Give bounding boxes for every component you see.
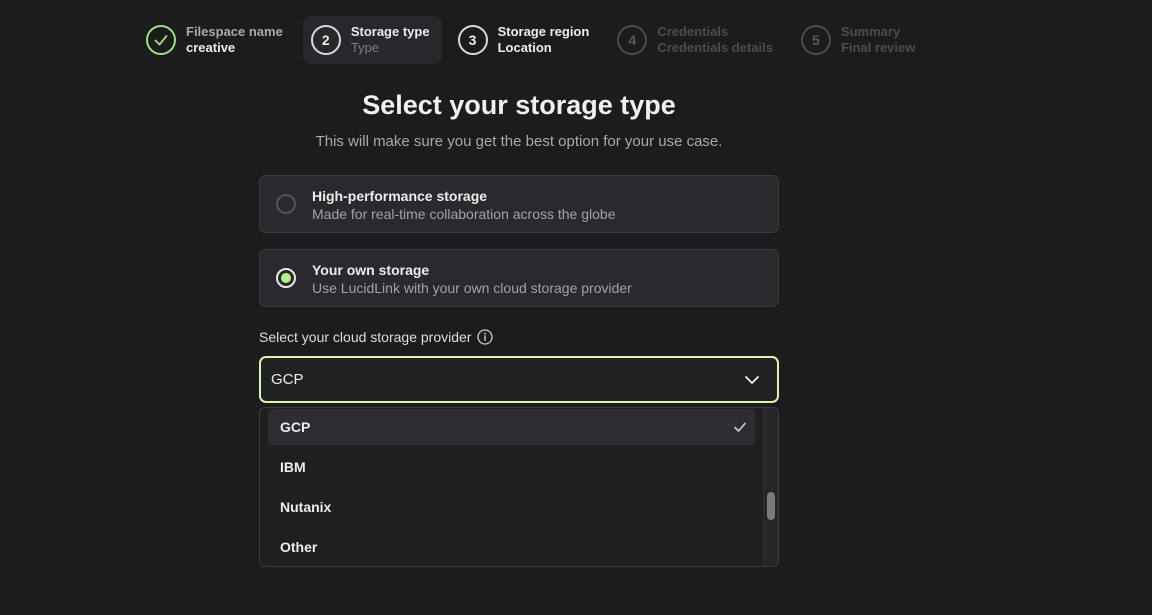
step-title: Filespace name xyxy=(186,24,283,39)
step-number: 2 xyxy=(310,25,341,55)
dropdown-option-other[interactable]: Other xyxy=(268,529,755,565)
page-subtitle: This will make sure you get the best opt… xyxy=(315,133,723,150)
storage-type-page: Filespace name creative 2 Storage type T… xyxy=(0,0,1152,615)
step-title: Storage region xyxy=(497,24,590,39)
step-number: 4 xyxy=(617,25,648,55)
provider-dropdown-list: GCP IBM Nutanix Other xyxy=(259,407,779,567)
dropdown-scrollbar[interactable] xyxy=(763,408,778,566)
option-label: Other xyxy=(280,539,318,555)
step-summary: 5 Summary Final review xyxy=(793,16,927,64)
option-title: Your own storage xyxy=(312,262,430,278)
provider-label: Select your cloud storage provider xyxy=(259,329,494,345)
selected-value: GCP xyxy=(271,371,304,388)
wizard-stepper: Filespace name creative 2 Storage type T… xyxy=(138,16,927,64)
step-subtitle: Type xyxy=(350,40,380,55)
step-title: Summary xyxy=(840,24,901,39)
option-description: Use LucidLink with your own cloud storag… xyxy=(312,280,632,296)
step-done-check-icon xyxy=(146,25,176,55)
option-label: GCP xyxy=(280,419,311,435)
dropdown-option-gcp[interactable]: GCP xyxy=(268,409,755,445)
page-title: Select your storage type xyxy=(362,90,676,120)
option-title: High-performance storage xyxy=(312,188,488,204)
step-filespace-name[interactable]: Filespace name creative xyxy=(138,16,295,64)
option-your-own-storage[interactable]: Your own storage Use LucidLink with your… xyxy=(259,249,779,307)
radio-button-selected[interactable] xyxy=(276,268,296,288)
option-label: IBM xyxy=(280,459,306,475)
step-title: Credentials xyxy=(657,24,729,39)
step-subtitle: creative xyxy=(186,40,236,55)
step-storage-region[interactable]: 3 Storage region Location xyxy=(450,16,602,64)
step-subtitle: Credentials details xyxy=(657,40,773,55)
dropdown-option-nutanix[interactable]: Nutanix xyxy=(268,489,755,525)
check-icon xyxy=(733,420,747,434)
option-high-performance-storage[interactable]: High-performance storage Made for real-t… xyxy=(259,175,779,233)
dropdown-option-ibm[interactable]: IBM xyxy=(268,449,755,485)
radio-button[interactable] xyxy=(276,194,296,214)
info-icon[interactable] xyxy=(477,329,494,345)
step-number: 5 xyxy=(800,25,831,55)
step-subtitle: Location xyxy=(497,40,552,55)
option-label: Nutanix xyxy=(280,499,332,515)
step-subtitle: Final review xyxy=(840,40,916,55)
step-credentials: 4 Credentials Credentials details xyxy=(609,16,785,64)
scrollbar-thumb[interactable] xyxy=(767,492,775,520)
step-number: 3 xyxy=(457,25,488,55)
step-storage-type[interactable]: 2 Storage type Type xyxy=(302,16,442,64)
option-description: Made for real-time collaboration across … xyxy=(312,206,616,222)
chevron-down-icon[interactable] xyxy=(743,372,761,388)
cloud-provider-select[interactable]: GCP xyxy=(259,356,779,403)
provider-label-text: Select your cloud storage provider xyxy=(259,329,472,345)
step-title: Storage type xyxy=(350,24,430,39)
